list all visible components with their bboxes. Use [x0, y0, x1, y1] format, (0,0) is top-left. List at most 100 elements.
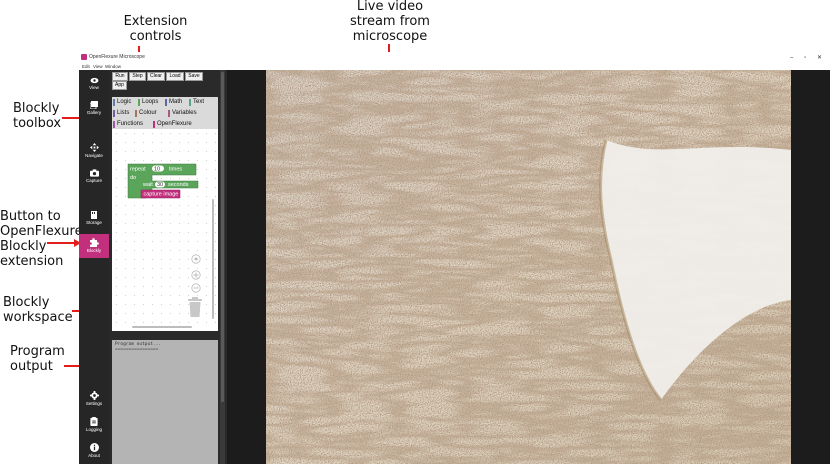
menu-bar: Edit View Window: [79, 63, 830, 70]
category-label: Colour: [139, 110, 157, 116]
gallery-icon: [90, 101, 98, 109]
minimize-button[interactable]: –: [790, 55, 793, 61]
category-label: Math: [169, 99, 183, 105]
sidebar-item-label: View: [89, 85, 99, 90]
panel-scroll-thumb[interactable]: [221, 72, 224, 402]
sidebar-item-blockly[interactable]: Blockly: [79, 234, 109, 258]
toolbox-category-math[interactable]: Math: [165, 98, 182, 106]
annotation-button-to-extension: Button to OpenFlexure Blockly extension: [0, 209, 83, 269]
annotation-line: microscope: [352, 29, 428, 44]
sidebar-item-navigate[interactable]: Navigate: [79, 140, 109, 164]
sidebar-item-view[interactable]: View: [79, 74, 109, 98]
annotation-line: output: [10, 359, 53, 374]
clipboard-icon: [90, 417, 98, 426]
toolbox-category-text[interactable]: Text: [189, 98, 204, 106]
annotation-line: Blockly: [3, 295, 50, 310]
annotation-blockly-workspace: Blockly workspace: [3, 295, 73, 325]
sidebar-item-storage[interactable]: Storage: [79, 208, 109, 232]
category-label: Lists: [117, 110, 130, 116]
menu-edit[interactable]: Edit: [82, 64, 90, 69]
annotation-line: Blockly: [13, 101, 60, 116]
category-swatch: [168, 110, 170, 117]
sidebar-item-about[interactable]: About: [79, 440, 109, 464]
microscope-image: [266, 70, 791, 464]
sidebar-item-label: About: [88, 453, 100, 458]
save-button[interactable]: Save: [185, 72, 203, 81]
app-logo-icon: [81, 54, 87, 60]
camera-icon: [89, 169, 99, 177]
zoom-reset-icon[interactable]: [191, 254, 201, 264]
sidebar-item-label: Blockly: [86, 248, 102, 253]
category-swatch: [113, 99, 115, 106]
zoom-in-icon[interactable]: [191, 270, 201, 280]
annotation-live-video: Live video stream from microscope: [335, 0, 445, 44]
category-label: Loops: [142, 99, 159, 105]
category-swatch: [165, 99, 167, 106]
program-output: Program output... ================: [112, 340, 218, 464]
toolbox-category-openflexure[interactable]: OpenFlexure: [153, 120, 192, 128]
menu-window[interactable]: Window: [105, 64, 121, 69]
run-button[interactable]: Run: [112, 72, 128, 81]
maximize-button[interactable]: ▫: [804, 55, 806, 61]
workspace-vertical-scrollbar[interactable]: [212, 199, 214, 319]
category-label: Variables: [172, 110, 197, 116]
window-title: OpenFlexure Microscope: [89, 54, 145, 60]
annotation-line: stream from: [350, 14, 430, 29]
app-button[interactable]: App: [112, 81, 127, 90]
puzzle-icon: [90, 238, 99, 247]
blockly-toolbox: Logic Loops Math Text Lists Colour Varia…: [112, 97, 218, 129]
live-video-stream[interactable]: [266, 70, 791, 464]
sidebar-item-label: Capture: [85, 178, 102, 183]
sidebar-item-label: Storage: [86, 220, 102, 225]
annotation-program-output: Program output: [10, 344, 65, 374]
storage-icon: [91, 211, 97, 219]
category-label: Logic: [117, 99, 132, 105]
toolbox-category-lists[interactable]: Lists: [113, 109, 129, 117]
sidebar-item-label: Logging: [85, 427, 103, 432]
load-button[interactable]: Load: [166, 72, 184, 81]
program-blocks[interactable]: repeat 10 times do wait 30 seconds captu…: [126, 162, 206, 212]
annotation-blockly-toolbox: Blockly toolbox: [13, 101, 61, 131]
annotation-line: Button to: [0, 209, 61, 224]
toolbox-category-variables[interactable]: Variables: [168, 109, 197, 117]
trash-icon[interactable]: [187, 297, 203, 317]
sidebar-item-settings[interactable]: Settings: [79, 388, 109, 412]
toolbox-category-loops[interactable]: Loops: [138, 98, 158, 106]
info-icon: [89, 443, 99, 452]
sidebar-item-capture[interactable]: Capture: [79, 166, 109, 190]
output-line: ================: [115, 347, 159, 352]
panel-scrollbar[interactable]: [220, 70, 225, 464]
close-button[interactable]: ✕: [817, 55, 822, 61]
annotation-line: OpenFlexure: [0, 224, 83, 239]
wait-keyword: wait: [142, 182, 153, 188]
annotation-line: workspace: [3, 310, 73, 325]
sidebar-item-label: Gallery: [86, 110, 102, 115]
repeat-suffix: times: [169, 167, 182, 173]
workspace-horizontal-scrollbar[interactable]: [132, 326, 192, 328]
toolbox-category-colour[interactable]: Colour: [135, 109, 157, 117]
step-button[interactable]: Step: [129, 72, 146, 81]
category-swatch: [135, 110, 137, 117]
wait-suffix: seconds: [168, 182, 189, 188]
repeat-keyword: repeat: [130, 167, 146, 173]
repeat-do: do: [130, 175, 136, 181]
blockly-workspace[interactable]: repeat 10 times do wait 30 seconds captu…: [112, 129, 218, 331]
category-swatch: [138, 99, 140, 106]
title-bar: OpenFlexure Microscope – ▫ ✕: [79, 52, 830, 63]
arrow-button-to-extension: [47, 242, 75, 244]
zoom-out-icon[interactable]: [191, 283, 201, 293]
toolbox-category-logic[interactable]: Logic: [113, 98, 131, 106]
menu-view[interactable]: View: [93, 64, 103, 69]
clear-button[interactable]: Clear: [147, 72, 165, 81]
category-swatch: [153, 121, 155, 128]
annotation-line: controls: [129, 29, 182, 44]
blockly-panel: Run Step Clear Load Save App Logic Loops…: [109, 70, 227, 464]
sidebar-item-logging[interactable]: Logging: [79, 414, 109, 438]
move-icon: [89, 143, 99, 152]
category-swatch: [113, 121, 115, 128]
annotation-line: Program: [10, 344, 65, 359]
annotation-line: Extension: [123, 14, 188, 29]
toolbox-category-functions[interactable]: Functions: [113, 120, 143, 128]
sidebar-item-gallery[interactable]: Gallery: [79, 98, 109, 122]
sidebar: View Gallery Navigate Capture Storage Bl…: [79, 70, 109, 464]
